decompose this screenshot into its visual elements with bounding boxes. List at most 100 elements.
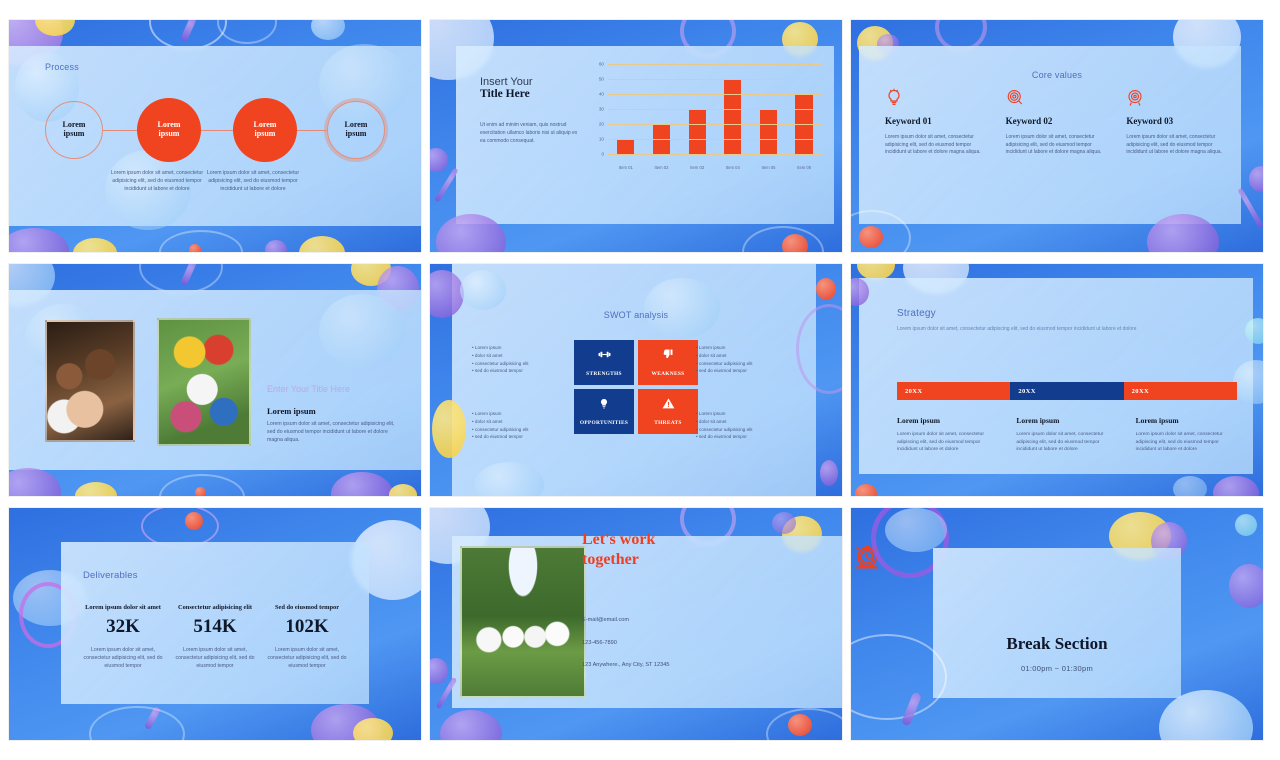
swot-bullets-bottom-left: Lorem ipsumdolor sit ametconsectetur adi…: [472, 410, 584, 441]
process-step-4[interactable]: Lorem ipsum: [327, 101, 385, 159]
process-description-2: Lorem ipsum dolor sit amet, consectetur …: [206, 170, 300, 192]
y-axis-tick: 60: [598, 61, 604, 67]
contact-phone[interactable]: 123-456-7890: [582, 640, 669, 647]
swot-bullet-item: dolor sit amet: [696, 352, 808, 360]
slide-chart[interactable]: Insert Your Title Here Ut enim ad minim …: [430, 20, 842, 252]
metric-card[interactable]: Sed do eiusmod tempor 102K Lorem ipsum d…: [267, 604, 347, 671]
swot-bullet-item: consectetur adipisicing elit: [472, 360, 584, 368]
slide-deck-grid: Process Lorem ipsum Lorem ipsum Lorem ipsum…: [0, 0, 1280, 760]
chart-gridline: [608, 94, 822, 95]
x-axis-labels: Item 01 Item 02 Item 03 Item 04 Item 05 Item …: [608, 165, 822, 170]
decor-blob: [1235, 514, 1257, 536]
timeline-segment-2[interactable]: 20XX: [1010, 382, 1124, 400]
slide-strategy[interactable]: Strategy Lorem ipsum dolor sit amet, con…: [851, 264, 1263, 496]
slide-deliverables[interactable]: Deliverables Lorem ipsum dolor sit amet …: [9, 508, 421, 740]
timeline-year: 20XX: [905, 387, 923, 395]
strategy-heading: Lorem ipsum: [1016, 416, 1060, 425]
slide-process[interactable]: Process Lorem ipsum Lorem ipsum Lorem ipsum…: [9, 20, 421, 252]
contact-heading: Let's work together: [582, 530, 822, 569]
timeline-segment-1[interactable]: 20XX: [897, 382, 1011, 400]
decor-ring: [766, 708, 842, 740]
plot-area: [608, 64, 822, 155]
swot-bullet-item: sed do eiusmod tempor: [696, 367, 808, 375]
strategy-column[interactable]: Lorem ipsum Lorem ipsum dolor sit amet, …: [1016, 416, 1117, 454]
decor-ring: [742, 226, 824, 252]
core-value-title: Keyword 01: [885, 116, 932, 126]
metric-caption: Lorem ipsum dolor sit amet: [85, 604, 161, 611]
swot-bullets-top-right: Lorem ipsumdolor sit ametconsectetur adi…: [696, 344, 808, 375]
decor-blob: [1173, 476, 1207, 496]
photo-children-soccer[interactable]: [45, 320, 135, 442]
slide-contact[interactable]: Let's work together E-mail@email.com 123…: [430, 508, 842, 740]
strategy-body: Lorem ipsum dolor sit amet, consectetur …: [1016, 432, 1104, 453]
decor-blob: [859, 226, 883, 248]
swot-bullet-item: dolor sit amet: [472, 352, 584, 360]
metric-caption: Consectetur adipisicing elit: [177, 604, 253, 611]
photo-children-drawing[interactable]: [157, 318, 251, 446]
decor-blob: [1249, 166, 1263, 192]
chart-bar[interactable]: [617, 139, 635, 154]
x-axis-tick-label: Item 06: [797, 165, 812, 170]
swot-quadrant-weakness[interactable]: WEAKNESS: [638, 340, 698, 385]
slide-content-panel: [933, 548, 1181, 698]
slide-swot[interactable]: SWOT analysis STRENGTHS WEAKNESS OPPORTU…: [430, 264, 842, 496]
slide-heading: Lorem ipsum: [267, 406, 316, 416]
chart-bar[interactable]: [759, 109, 778, 154]
metric-card[interactable]: Lorem ipsum dolor sit amet 32K Lorem ips…: [83, 604, 163, 671]
decor-ring: [159, 474, 245, 496]
strategy-heading: Lorem ipsum: [1135, 416, 1179, 425]
metric-card[interactable]: Consectetur adipisicing elit 514K Lorem …: [175, 604, 255, 671]
lightbulb-icon: [885, 88, 988, 108]
x-axis-tick-label: Item 02: [654, 165, 669, 170]
page-title: Process: [45, 62, 79, 72]
metric-value: 32K: [106, 616, 140, 638]
chart-bar[interactable]: [724, 79, 742, 154]
y-axis-tick: 50: [598, 76, 604, 82]
decor-blob: [353, 718, 393, 740]
core-values-columns: Keyword 01 Lorem ipsum dolor sit amet, c…: [885, 88, 1229, 157]
swot-quadrant-threats[interactable]: THREATS: [638, 389, 698, 434]
decor-blob: [430, 658, 448, 684]
decor-blob: [9, 228, 69, 252]
process-step-2[interactable]: Lorem ipsum: [137, 98, 201, 162]
slide-core-values[interactable]: Core values Keyword 01 Lorem ipsum dolor…: [851, 20, 1263, 252]
decor-ring: [217, 20, 277, 44]
decor-blob: [35, 20, 75, 36]
chart-title: Insert Your Title Here: [480, 76, 533, 100]
photo-children-running[interactable]: [460, 546, 586, 698]
x-axis-tick-label: Item 03: [690, 165, 705, 170]
contact-email[interactable]: E-mail@email.com: [582, 617, 669, 624]
metric-value: 514K: [193, 616, 237, 638]
swot-label: STRENGTHS: [586, 371, 622, 377]
metric-body: Lorem ipsum dolor sit amet, consectetur …: [267, 647, 347, 670]
process-step-1[interactable]: Lorem ipsum: [45, 101, 103, 159]
swot-label: WEAKNESS: [651, 371, 685, 377]
swot-bullet-item: dolor sit amet: [696, 418, 808, 426]
decor-blob: [189, 244, 201, 252]
core-value-column[interactable]: Keyword 02 Lorem ipsum dolor sit amet, c…: [1006, 88, 1109, 157]
core-value-body: Lorem ipsum dolor sit amet, consectetur …: [1126, 134, 1222, 155]
chart-bar[interactable]: [688, 109, 706, 154]
decor-blob: [331, 472, 393, 496]
decor-blob: [73, 238, 117, 252]
chart-title-line2: Title Here: [480, 88, 530, 100]
slide-break[interactable]: Break Section 01:00pm ~ 01:30pm: [851, 508, 1263, 740]
chart-gridline: [608, 154, 822, 155]
process-step-3[interactable]: Lorem ipsum: [233, 98, 297, 162]
strategy-heading: Lorem ipsum: [897, 416, 940, 425]
timeline-segment-3[interactable]: 20XX: [1123, 382, 1237, 400]
contact-address[interactable]: 123 Anywhere., Any City, ST 12345: [582, 663, 669, 669]
strategy-column[interactable]: Lorem ipsum Lorem ipsum dolor sit amet, …: [897, 416, 998, 454]
strategy-column[interactable]: Lorem ipsum Lorem ipsum dolor sit amet, …: [1136, 416, 1237, 454]
slide-photos[interactable]: Enter Your Title Here Lorem ipsum Lorem …: [9, 264, 421, 496]
core-value-title: Keyword 02: [1005, 116, 1053, 126]
dartboard-icon: [1126, 88, 1229, 108]
decor-blob: [389, 484, 417, 496]
chart-gridline: [608, 139, 822, 140]
core-value-column[interactable]: Keyword 01 Lorem ipsum dolor sit amet, c…: [885, 88, 988, 157]
swot-bullet-item: Lorem ipsum: [472, 344, 584, 352]
photos-text-block: Enter Your Title Here Lorem ipsum Lorem …: [267, 384, 397, 444]
page-title: SWOT analysis: [603, 310, 669, 320]
decor-blob: [75, 482, 117, 496]
core-value-column[interactable]: Keyword 03 Lorem ipsum dolor sit amet, c…: [1126, 88, 1229, 157]
